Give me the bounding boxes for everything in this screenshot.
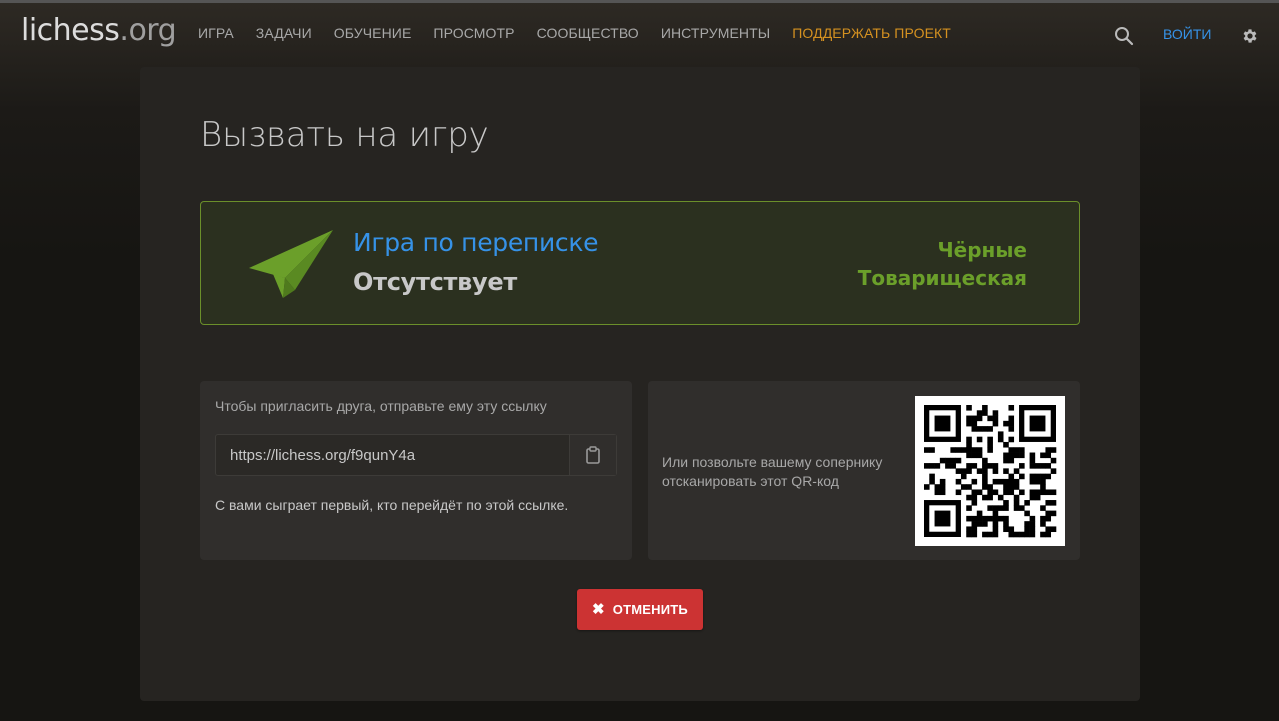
invite-label: Чтобы пригласить друга, отправьте ему эт… <box>215 398 547 414</box>
qr-code <box>915 396 1065 546</box>
nav-item-learn[interactable]: ОБУЧЕНИЕ <box>334 25 412 41</box>
gear-icon[interactable] <box>1241 27 1259 45</box>
logo-tld: .org <box>119 13 177 48</box>
page-title: Вызвать на игру <box>200 115 489 155</box>
game-color: Чёрные <box>937 238 1027 262</box>
invite-url-field[interactable]: https://lichess.org/f9qunY4a <box>215 434 617 476</box>
paper-plane-icon <box>249 230 333 298</box>
qr-code-image <box>924 405 1057 538</box>
close-icon: ✖ <box>592 601 605 618</box>
invite-url[interactable]: https://lichess.org/f9qunY4a <box>230 447 415 464</box>
invite-panel: Чтобы пригласить друга, отправьте ему эт… <box>200 381 632 560</box>
nav-item-tools[interactable]: ИНСТРУМЕНТЫ <box>661 25 770 41</box>
top-navigation-bar: lichess.org ИГРА ЗАДАЧИ ОБУЧЕНИЕ ПРОСМОТ… <box>0 0 1279 64</box>
nav-item-puzzles[interactable]: ЗАДАЧИ <box>256 25 312 41</box>
qr-panel: Или позвольте вашему сопернику отсканиро… <box>648 381 1080 560</box>
clipboard-icon <box>586 446 600 464</box>
challenge-card: Вызвать на игру Игра по переписке Отсутс… <box>140 67 1140 701</box>
search-icon[interactable] <box>1114 26 1134 46</box>
logo-text: lichess <box>21 13 120 48</box>
game-meta: Чёрные Товарищеская <box>858 236 1027 292</box>
invite-note: С вами сыграет первый, кто перейдёт по э… <box>215 497 569 513</box>
game-mode: Товарищеская <box>857 266 1027 290</box>
site-logo[interactable]: lichess.org <box>21 13 177 48</box>
cancel-label: ОТМЕНИТЬ <box>612 602 688 617</box>
nav-item-watch[interactable]: ПРОСМОТР <box>433 25 514 41</box>
main-nav: ИГРА ЗАДАЧИ ОБУЧЕНИЕ ПРОСМОТР СООБЩЕСТВО… <box>198 25 973 41</box>
signin-link[interactable]: ВОЙТИ <box>1163 26 1211 42</box>
copy-button[interactable] <box>569 435 616 475</box>
qr-instruction: Или позвольте вашему сопернику отсканиро… <box>662 454 883 489</box>
nav-item-play[interactable]: ИГРА <box>198 25 234 41</box>
nav-item-community[interactable]: СООБЩЕСТВО <box>537 25 639 41</box>
game-info-box: Игра по переписке Отсутствует Чёрные Тов… <box>200 201 1080 325</box>
game-time-control: Отсутствует <box>353 268 517 296</box>
nav-item-donate[interactable]: ПОДДЕРЖАТЬ ПРОЕКТ <box>792 25 951 41</box>
cancel-button[interactable]: ✖ ОТМЕНИТЬ <box>577 589 703 630</box>
game-variant-link[interactable]: Игра по переписке <box>353 228 599 257</box>
